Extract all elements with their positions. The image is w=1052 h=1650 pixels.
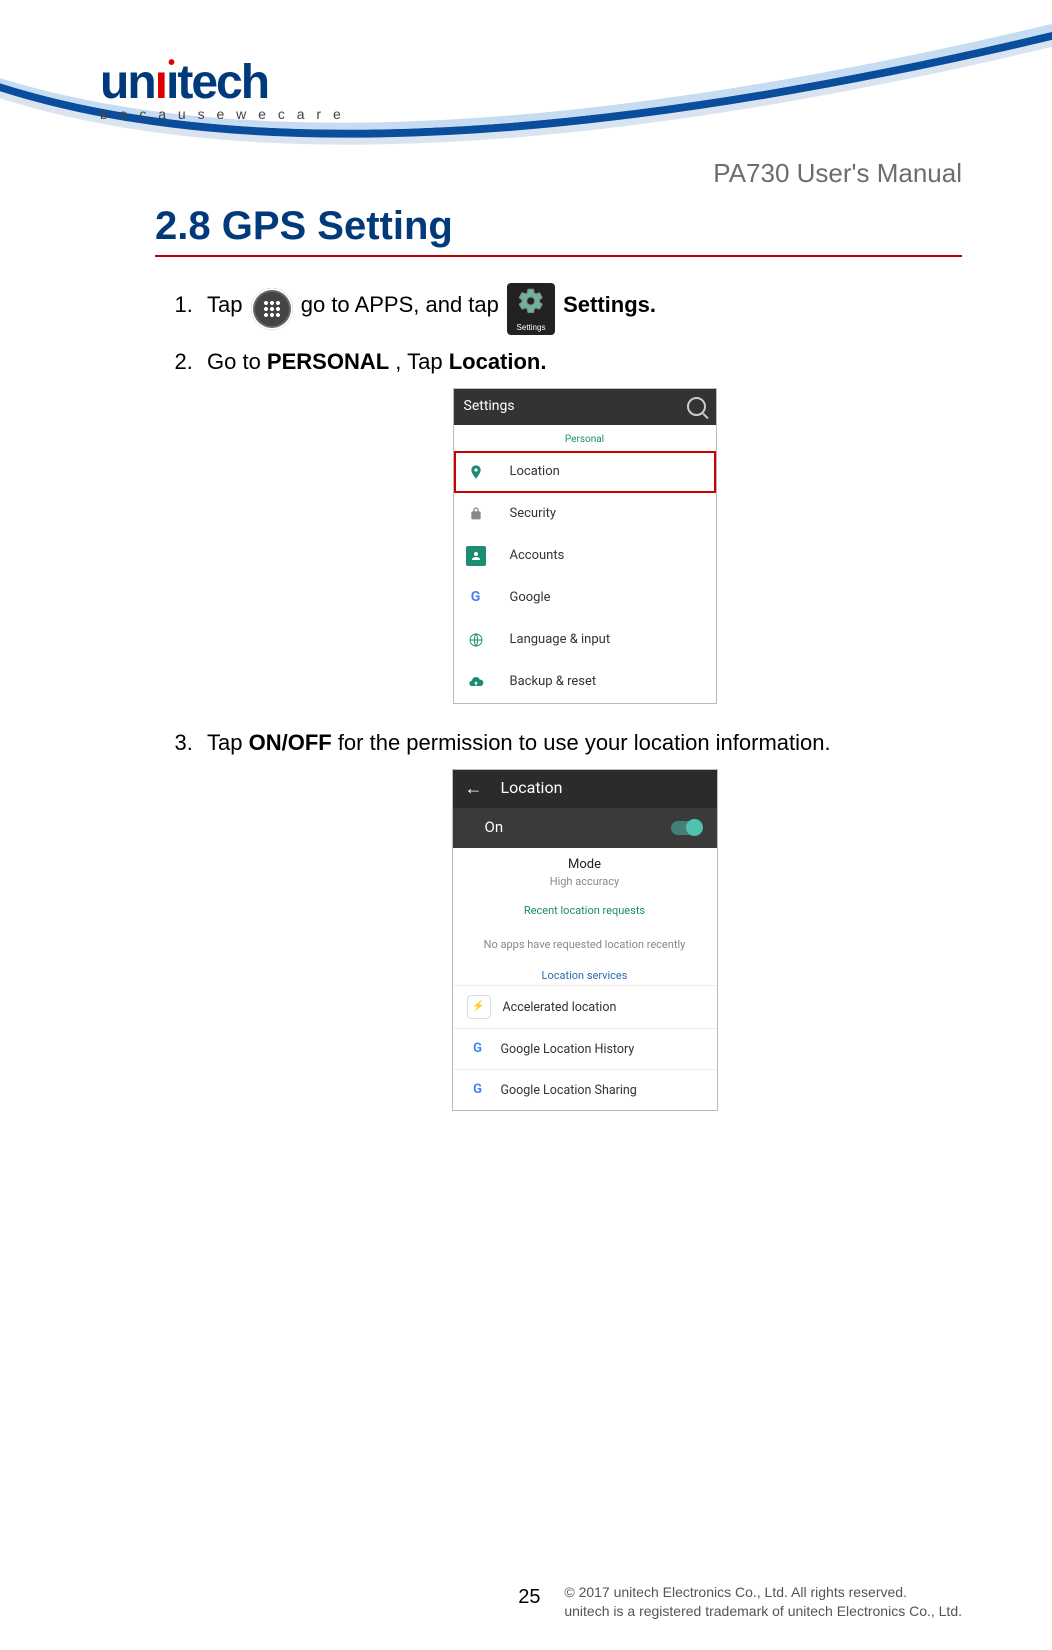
settings-appbar: Settings [454, 389, 716, 425]
settings-row-backup[interactable]: Backup & reset [454, 661, 716, 703]
service-row-label: Google Location History [501, 1041, 635, 1059]
recent-requests-label: Recent location requests [467, 903, 703, 918]
settings-row-label: Backup & reset [510, 673, 597, 691]
service-row-sharing[interactable]: G Google Location Sharing [453, 1069, 717, 1110]
document-title: PA730 User's Manual [713, 158, 962, 189]
step-3: Tap ON/OFF for the permission to use you… [199, 728, 962, 1112]
service-row-label: Accelerated location [503, 999, 617, 1017]
settings-row-label: Location [510, 463, 560, 481]
mode-subtitle: High accuracy [467, 874, 703, 889]
screenshot-location: ← Location On Mode High accuracy Recent … [452, 769, 718, 1112]
step2-mid: , Tap [389, 349, 449, 374]
step-2: Go to PERSONAL , Tap Location. Settings … [199, 347, 962, 704]
settings-section-personal: Personal [454, 425, 716, 451]
location-services-label: Location services [467, 968, 703, 983]
logo: unı•ıtech b e c a u s e w e c a r e [100, 55, 345, 122]
service-row-accelerated[interactable]: ⚡ Accelerated location [453, 985, 717, 1028]
settings-icon-caption: Settings [507, 322, 555, 333]
logo-tagline: b e c a u s e w e c a r e [100, 106, 345, 122]
screenshot-settings-personal: Settings Personal Location [453, 388, 717, 704]
recent-requests-empty: No apps have requested location recently [453, 923, 717, 966]
settings-row-label: Security [510, 505, 557, 523]
accounts-icon [466, 546, 486, 566]
location-toggle[interactable] [671, 821, 701, 835]
google-icon: G [467, 1038, 489, 1060]
settings-row-label: Accounts [510, 547, 565, 565]
google-icon: G [467, 1079, 489, 1101]
step2-pre: Go to [207, 349, 267, 374]
step1-settings-text: Settings. [563, 292, 656, 317]
apps-icon [251, 288, 293, 330]
page-number: 25 [518, 1583, 540, 1611]
footer-line1: © 2017 unitech Electronics Co., Ltd. All… [564, 1584, 907, 1600]
step-1: Tap go to APPS, and tap Settings Setting… [199, 283, 962, 329]
settings-row-label: Google [510, 589, 551, 607]
location-appbar-title: Location [501, 777, 563, 799]
footer-line2: unitech is a registered trademark of uni… [564, 1603, 962, 1619]
footer: 25 © 2017 unitech Electronics Co., Ltd. … [518, 1583, 962, 1622]
step1-goapps: go to APPS, and tap [301, 292, 505, 317]
step2-personal: PERSONAL [267, 349, 389, 374]
location-on-label: On [485, 817, 504, 838]
step3-onoff: ON/OFF [249, 730, 332, 755]
settings-row-accounts[interactable]: Accounts [454, 535, 716, 577]
location-toggle-row: On [453, 808, 717, 848]
location-mode-block[interactable]: Mode High accuracy [453, 848, 717, 902]
step3-post: for the permission to use your location … [332, 730, 831, 755]
google-icon: G [466, 588, 486, 608]
backup-icon [466, 672, 486, 692]
mode-title: Mode [467, 856, 703, 874]
search-icon[interactable] [687, 397, 706, 416]
location-pin-icon [466, 462, 486, 482]
settings-row-label: Language & input [510, 631, 611, 649]
service-row-history[interactable]: G Google Location History [453, 1028, 717, 1069]
settings-app-icon: Settings [507, 283, 555, 335]
divider [155, 255, 962, 257]
step1-tap: Tap [207, 292, 242, 317]
service-row-label: Google Location Sharing [501, 1082, 637, 1100]
globe-icon [466, 630, 486, 650]
location-appbar: ← Location [453, 770, 717, 808]
settings-row-google[interactable]: G Google [454, 577, 716, 619]
settings-appbar-title: Settings [464, 397, 515, 417]
accelerated-icon: ⚡ [467, 995, 491, 1019]
steps-list: Tap go to APPS, and tap Settings Setting… [155, 283, 962, 1111]
settings-row-language[interactable]: Language & input [454, 619, 716, 661]
step3-pre: Tap [207, 730, 249, 755]
logo-text: unı•ıtech [100, 55, 345, 110]
settings-row-location[interactable]: Location [454, 451, 716, 493]
settings-row-security[interactable]: Security [454, 493, 716, 535]
section-title: 2.8 GPS Setting [155, 204, 962, 249]
lock-icon [466, 504, 486, 524]
step2-location: Location. [449, 349, 547, 374]
back-arrow-icon[interactable]: ← [465, 776, 483, 801]
